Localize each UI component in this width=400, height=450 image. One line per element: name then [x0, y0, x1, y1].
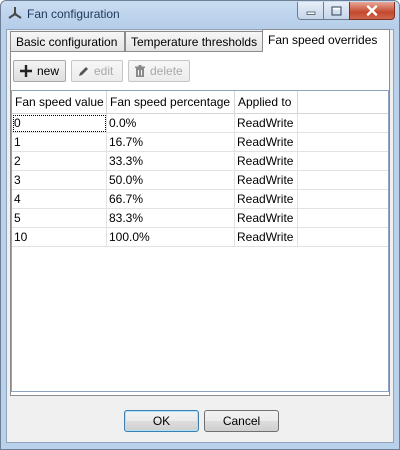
fan-speed-percentage-cell[interactable]: 66.7% [107, 190, 235, 209]
new-button-label: new [37, 64, 60, 78]
maximize-icon [331, 6, 342, 15]
fan-speed-value-cell[interactable]: 3 [12, 171, 107, 190]
minimize-icon [306, 11, 315, 15]
fan-speed-percentage-cell[interactable]: 16.7% [107, 133, 235, 152]
fan-icon [8, 7, 22, 19]
close-button[interactable] [349, 2, 395, 20]
ok-button[interactable]: OK [124, 410, 199, 432]
filler-cell [298, 209, 388, 228]
applied-to-cell[interactable]: ReadWrite [235, 190, 298, 209]
filler-cell [298, 228, 388, 247]
delete-button[interactable]: delete [128, 60, 190, 82]
fan-speed-overrides-grid[interactable]: Fan speed value Fan speed percentage App… [11, 90, 389, 392]
new-button[interactable]: new [13, 60, 66, 82]
tab-basic-configuration[interactable]: Basic configuration [10, 31, 125, 51]
maximize-button[interactable] [323, 2, 350, 20]
applied-to-cell[interactable]: ReadWrite [235, 209, 298, 228]
table-row[interactable]: 2 33.3% ReadWrite [12, 152, 388, 171]
fan-speed-percentage-cell[interactable]: 50.0% [107, 171, 235, 190]
fan-speed-value-cell[interactable]: 0 [12, 114, 107, 133]
table-row[interactable]: 10 100.0% ReadWrite [12, 228, 388, 247]
dialog-button-bar: OK Cancel [7, 410, 393, 436]
fan-speed-value-cell[interactable]: 2 [12, 152, 107, 171]
filler-cell [298, 190, 388, 209]
grid-header: Fan speed value Fan speed percentage App… [12, 91, 388, 114]
column-header-filler [298, 91, 388, 113]
pencil-icon [79, 66, 88, 76]
fan-speed-percentage-cell[interactable]: 33.3% [107, 152, 235, 171]
title-bar[interactable]: Fan configuration [1, 1, 399, 29]
applied-to-cell[interactable]: ReadWrite [235, 152, 298, 171]
filler-cell [298, 133, 388, 152]
window-title: Fan configuration [27, 7, 120, 21]
fan-speed-percentage-cell[interactable]: 100.0% [107, 228, 235, 247]
minimize-button[interactable] [297, 2, 324, 20]
fan-speed-value-cell[interactable]: 10 [12, 228, 107, 247]
fan-speed-percentage-cell[interactable]: 83.3% [107, 209, 235, 228]
fan-speed-percentage-cell[interactable]: 0.0% [107, 114, 235, 133]
close-icon [366, 5, 378, 16]
fan-speed-value-cell[interactable]: 5 [12, 209, 107, 228]
table-row[interactable]: 3 50.0% ReadWrite [12, 171, 388, 190]
column-header-fan-speed-percentage[interactable]: Fan speed percentage [107, 91, 235, 113]
fan-speed-overrides-panel: new edit delete Fan speed value Fan spee… [10, 51, 390, 396]
applied-to-cell[interactable]: ReadWrite [235, 114, 298, 133]
filler-cell [298, 152, 388, 171]
fan-configuration-window: Fan configuration Basic configuration Te… [0, 0, 400, 450]
tab-strip: Basic configuration Temperature threshol… [10, 29, 390, 52]
dialog-client-area: Basic configuration Temperature threshol… [6, 29, 394, 443]
edit-button[interactable]: edit [71, 60, 123, 82]
filler-cell [298, 171, 388, 190]
column-header-fan-speed-value[interactable]: Fan speed value [12, 91, 107, 113]
fan-speed-value-cell[interactable]: 1 [12, 133, 107, 152]
filler-cell [298, 114, 388, 133]
table-row[interactable]: 1 16.7% ReadWrite [12, 133, 388, 152]
cancel-button[interactable]: Cancel [204, 410, 279, 432]
tab-temperature-thresholds[interactable]: Temperature thresholds [125, 31, 263, 51]
applied-to-cell[interactable]: ReadWrite [235, 133, 298, 152]
table-row[interactable]: 5 83.3% ReadWrite [12, 209, 388, 228]
applied-to-cell[interactable]: ReadWrite [235, 171, 298, 190]
applied-to-cell[interactable]: ReadWrite [235, 228, 298, 247]
delete-button-label: delete [150, 64, 183, 78]
tab-fan-speed-overrides[interactable]: Fan speed overrides [262, 29, 390, 52]
fan-speed-value-cell[interactable]: 4 [12, 190, 107, 209]
trash-icon [135, 64, 145, 77]
plus-icon [20, 65, 32, 77]
column-header-applied-to[interactable]: Applied to [235, 91, 298, 113]
table-row[interactable]: 4 66.7% ReadWrite [12, 190, 388, 209]
edit-button-label: edit [94, 64, 114, 78]
table-row[interactable]: 0 0.0% ReadWrite [12, 114, 388, 133]
